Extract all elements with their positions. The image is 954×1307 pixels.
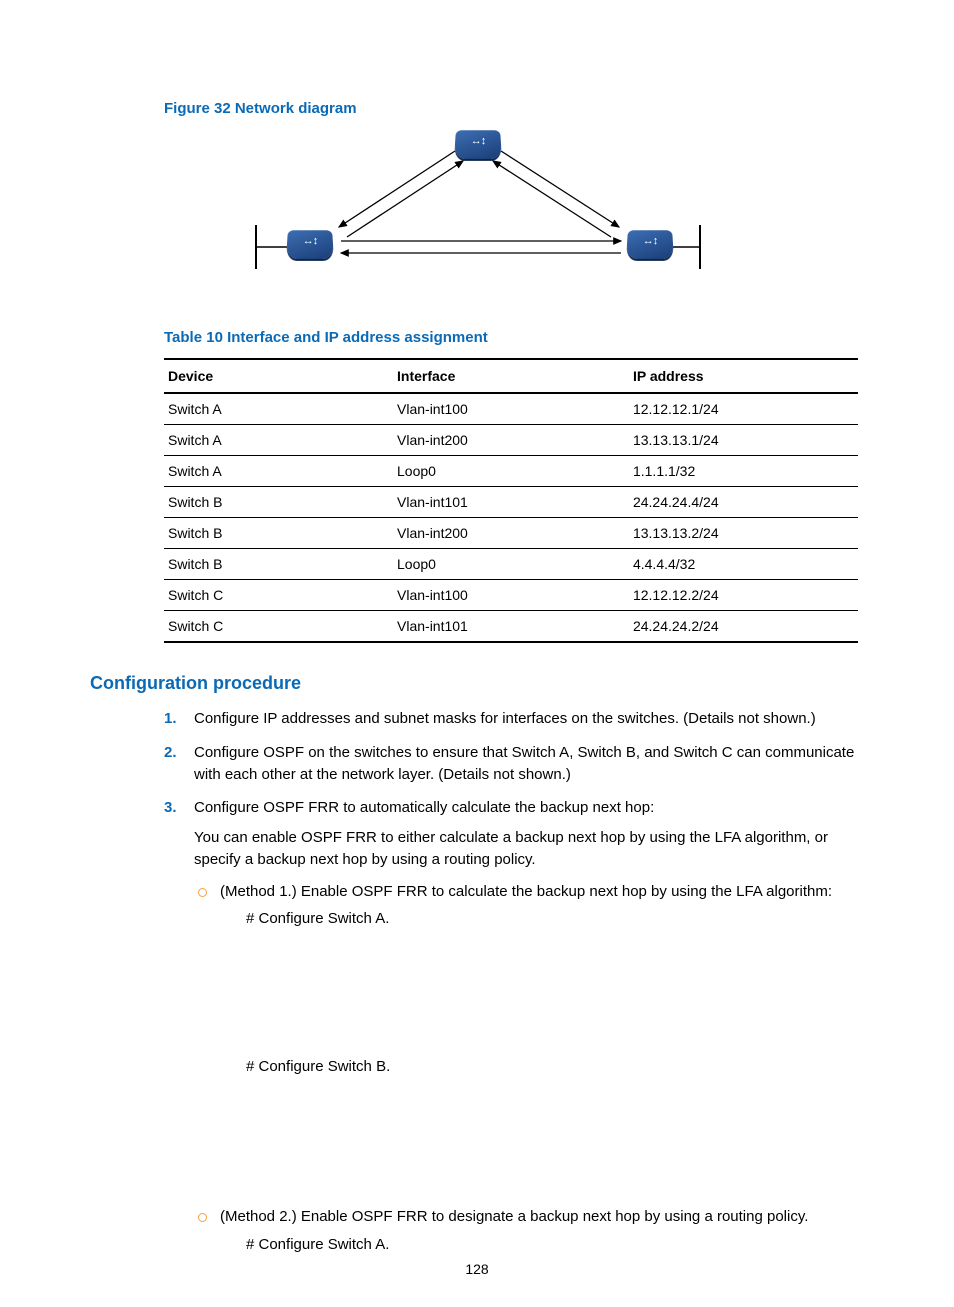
- cell-ip: 4.4.4.4/32: [629, 549, 858, 580]
- cell-ip: 12.12.12.1/24: [629, 393, 858, 425]
- col-header-interface: Interface: [393, 359, 629, 393]
- cell-iface: Vlan-int101: [393, 611, 629, 643]
- cell-iface: Vlan-int200: [393, 518, 629, 549]
- substep-item: (Method 2.) Enable OSPF FRR to designate…: [194, 1206, 864, 1256]
- table-caption: Table 10 Interface and IP address assign…: [164, 329, 864, 346]
- col-header-device: Device: [164, 359, 393, 393]
- ip-assignment-table: Device Interface IP address Switch A Vla…: [164, 358, 858, 643]
- code-gap: [220, 930, 864, 1050]
- cell-ip: 24.24.24.2/24: [629, 611, 858, 643]
- cell-device: Switch A: [164, 456, 393, 487]
- section-heading: Configuration procedure: [90, 673, 864, 694]
- page-number: 128: [0, 1261, 954, 1277]
- cell-device: Switch B: [164, 487, 393, 518]
- step-item: Configure IP addresses and subnet masks …: [164, 708, 864, 730]
- cell-ip: 13.13.13.2/24: [629, 518, 858, 549]
- table-row: Switch C Vlan-int101 24.24.24.2/24: [164, 611, 858, 643]
- cell-device: Switch A: [164, 425, 393, 456]
- config-comment: # Configure Switch A.: [246, 1234, 864, 1256]
- network-diagram: ↔↕ ↔↕ ↔↕: [90, 129, 864, 289]
- substep-text: (Method 2.) Enable OSPF FRR to designate…: [220, 1208, 808, 1225]
- substep-item: (Method 1.) Enable OSPF FRR to calculate…: [194, 881, 864, 1198]
- table-header-row: Device Interface IP address: [164, 359, 858, 393]
- cell-device: Switch B: [164, 549, 393, 580]
- switch-icon: ↔↕: [455, 129, 501, 163]
- cell-ip: 1.1.1.1/32: [629, 456, 858, 487]
- bus-terminator-right: [699, 225, 701, 269]
- cell-iface: Loop0: [393, 549, 629, 580]
- col-header-ip: IP address: [629, 359, 858, 393]
- cell-iface: Loop0: [393, 456, 629, 487]
- table-row: Switch C Vlan-int100 12.12.12.2/24: [164, 580, 858, 611]
- step-text: Configure OSPF FRR to automatically calc…: [194, 799, 654, 816]
- cell-device: Switch B: [164, 518, 393, 549]
- step-text: Configure IP addresses and subnet masks …: [194, 710, 816, 727]
- cell-device: Switch C: [164, 611, 393, 643]
- procedure-steps: Configure IP addresses and subnet masks …: [164, 708, 864, 1255]
- table-row: Switch B Loop0 4.4.4.4/32: [164, 549, 858, 580]
- step-text: Configure OSPF on the switches to ensure…: [194, 744, 854, 783]
- cell-ip: 12.12.12.2/24: [629, 580, 858, 611]
- figure-caption: Figure 32 Network diagram: [164, 100, 864, 117]
- step-extra-text: You can enable OSPF FRR to either calcul…: [194, 827, 864, 871]
- table-row: Switch B Vlan-int200 13.13.13.2/24: [164, 518, 858, 549]
- substep-text: (Method 1.) Enable OSPF FRR to calculate…: [220, 883, 832, 900]
- cell-ip: 24.24.24.4/24: [629, 487, 858, 518]
- cell-iface: Vlan-int100: [393, 393, 629, 425]
- bus-terminator-left: [255, 225, 257, 269]
- switch-icon: ↔↕: [287, 229, 333, 263]
- code-gap: [220, 1078, 864, 1198]
- switch-icon: ↔↕: [627, 229, 673, 263]
- table-row: Switch A Vlan-int100 12.12.12.1/24: [164, 393, 858, 425]
- cell-ip: 13.13.13.1/24: [629, 425, 858, 456]
- table-row: Switch A Loop0 1.1.1.1/32: [164, 456, 858, 487]
- cell-iface: Vlan-int101: [393, 487, 629, 518]
- table-row: Switch A Vlan-int200 13.13.13.1/24: [164, 425, 858, 456]
- config-comment: # Configure Switch B.: [246, 1056, 864, 1078]
- cell-device: Switch A: [164, 393, 393, 425]
- cell-iface: Vlan-int100: [393, 580, 629, 611]
- step-sublist: (Method 1.) Enable OSPF FRR to calculate…: [194, 881, 864, 1256]
- step-item: Configure OSPF FRR to automatically calc…: [164, 797, 864, 1255]
- step-item: Configure OSPF on the switches to ensure…: [164, 742, 864, 786]
- config-comment: # Configure Switch A.: [246, 908, 864, 930]
- table-row: Switch B Vlan-int101 24.24.24.4/24: [164, 487, 858, 518]
- cell-device: Switch C: [164, 580, 393, 611]
- cell-iface: Vlan-int200: [393, 425, 629, 456]
